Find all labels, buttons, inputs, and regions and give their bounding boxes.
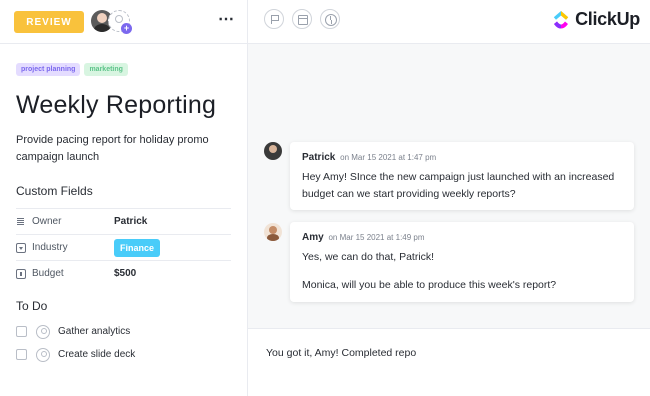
person-icon: [115, 15, 123, 23]
comment-card: Patrick on Mar 15 2021 at 1:47 pm Hey Am…: [290, 142, 634, 210]
task-header: REVIEW + ⋯: [0, 0, 247, 44]
todo-checkbox[interactable]: [16, 326, 27, 337]
clickup-logo-icon: [553, 10, 569, 28]
task-description[interactable]: Provide pacing report for holiday promo …: [16, 132, 231, 166]
comment-author[interactable]: Patrick: [302, 152, 335, 163]
field-value: Patrick: [114, 216, 148, 227]
comment-avatar-patrick[interactable]: [264, 142, 282, 160]
activity-toolbar: ClickUp: [248, 0, 650, 44]
comment-composer[interactable]: You got it, Amy! Completed repo: [248, 328, 650, 396]
custom-fields-heading: Custom Fields: [16, 184, 93, 198]
add-assignee-button[interactable]: +: [108, 10, 132, 34]
logo-text: ClickUp: [575, 9, 640, 29]
todo-checkbox[interactable]: [16, 349, 27, 360]
task-title[interactable]: Weekly Reporting: [16, 91, 216, 120]
comment-card: Amy on Mar 15 2021 at 1:49 pm Yes, we ca…: [290, 222, 634, 302]
custom-fields-list: Owner Patrick Industry Finance Budget $5…: [16, 208, 231, 286]
status-button[interactable]: REVIEW: [14, 11, 84, 33]
plus-icon: +: [121, 23, 132, 34]
tag-marketing[interactable]: marketing: [84, 63, 128, 76]
comment-author[interactable]: Amy: [302, 232, 324, 243]
todo-item: Create slide deck: [16, 343, 231, 366]
activity-pane: ClickUp Patrick on Mar 15 2021 at 1:47 p…: [248, 0, 650, 396]
comment-body-line: Monica, will you be able to produce this…: [302, 279, 557, 291]
tag-list: project planning marketing: [16, 63, 128, 76]
comment-header: Amy on Mar 15 2021 at 1:49 pm: [302, 232, 622, 243]
todo-list: Gather analytics Create slide deck: [16, 320, 231, 366]
field-value: $500: [114, 268, 137, 279]
comment-input[interactable]: You got it, Amy! Completed repo: [266, 347, 416, 359]
flag-icon[interactable]: [264, 9, 284, 29]
clickup-logo: ClickUp: [552, 9, 640, 30]
comment-body: Hey Amy! SInce the new campaign just lau…: [302, 171, 615, 200]
more-options-icon[interactable]: ⋯: [218, 12, 235, 28]
clock-icon[interactable]: [320, 9, 340, 29]
field-label: Owner: [32, 216, 62, 227]
text-lines-icon: [16, 217, 26, 227]
comment-header: Patrick on Mar 15 2021 at 1:47 pm: [302, 152, 622, 163]
calendar-icon[interactable]: [292, 9, 312, 29]
comment-timestamp: on Mar 15 2021 at 1:47 pm: [340, 153, 437, 162]
industry-badge[interactable]: Finance: [114, 238, 161, 257]
todo-heading: To Do: [16, 299, 48, 313]
assign-person-icon[interactable]: [36, 324, 50, 339]
comment-timestamp: on Mar 15 2021 at 1:49 pm: [328, 233, 425, 242]
field-row-owner[interactable]: Owner Patrick: [16, 208, 231, 234]
currency-icon: [16, 268, 26, 279]
field-row-budget[interactable]: Budget $500: [16, 260, 231, 286]
field-row-industry[interactable]: Industry Finance: [16, 234, 231, 260]
dropdown-icon: [16, 242, 26, 253]
field-label: Industry: [32, 242, 68, 253]
todo-label[interactable]: Create slide deck: [58, 349, 135, 360]
tag-project-planning[interactable]: project planning: [16, 63, 81, 76]
comment-avatar-amy[interactable]: [264, 223, 282, 241]
todo-item: Gather analytics: [16, 320, 231, 343]
field-label: Budget: [32, 268, 64, 279]
task-details-pane: REVIEW + ⋯ project planning marketing We…: [0, 0, 248, 396]
task-view: REVIEW + ⋯ project planning marketing We…: [0, 0, 650, 396]
comment-body: Yes, we can do that, Patrick!: [302, 251, 435, 263]
todo-label[interactable]: Gather analytics: [58, 326, 130, 337]
assign-person-icon[interactable]: [36, 347, 50, 362]
